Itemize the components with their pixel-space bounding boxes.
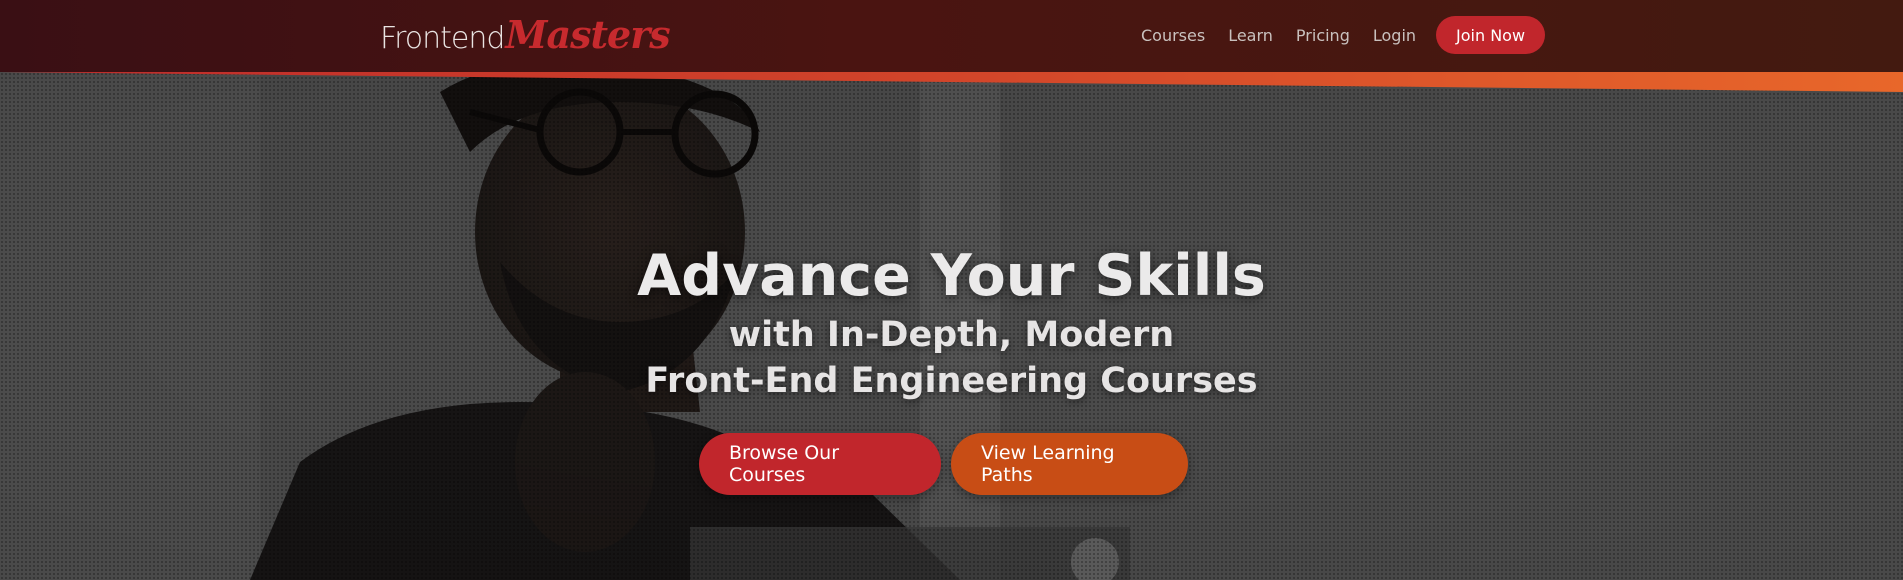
frontend-masters-logo[interactable]: Frontend Masters [380,10,671,60]
nav-link-courses[interactable]: Courses [1141,26,1205,45]
hero-headline: Advance Your Skills [637,243,1266,309]
join-now-button[interactable]: Join Now [1436,16,1546,54]
site-header: Frontend Masters Courses Learn Pricing L… [0,0,1903,72]
nav-link-pricing[interactable]: Pricing [1296,26,1350,45]
hero-subheadline-line-2: Front-End Engineering Courses [645,361,1258,401]
hero-subheadline-line-1: with In-Depth, Modern [728,315,1175,355]
logo-text-masters: Masters [505,12,670,57]
logo-text-frontend: Frontend [380,21,505,56]
hero-section: Advance Your Skills with In-Depth, Moder… [0,72,1903,580]
nav-link-learn[interactable]: Learn [1228,26,1273,45]
nav-link-login[interactable]: Login [1373,26,1416,45]
page: Frontend Masters Courses Learn Pricing L… [0,0,1903,580]
view-learning-paths-button[interactable]: View Learning Paths [951,433,1188,495]
hero-subheadline: with In-Depth, Modern Front-End Engineer… [0,312,1903,404]
hero-cta-row: Browse Our Courses View Learning Paths [0,433,1903,495]
main-nav: Courses Learn Pricing Login Join Now [1141,16,1546,54]
browse-courses-button[interactable]: Browse Our Courses [699,433,941,495]
